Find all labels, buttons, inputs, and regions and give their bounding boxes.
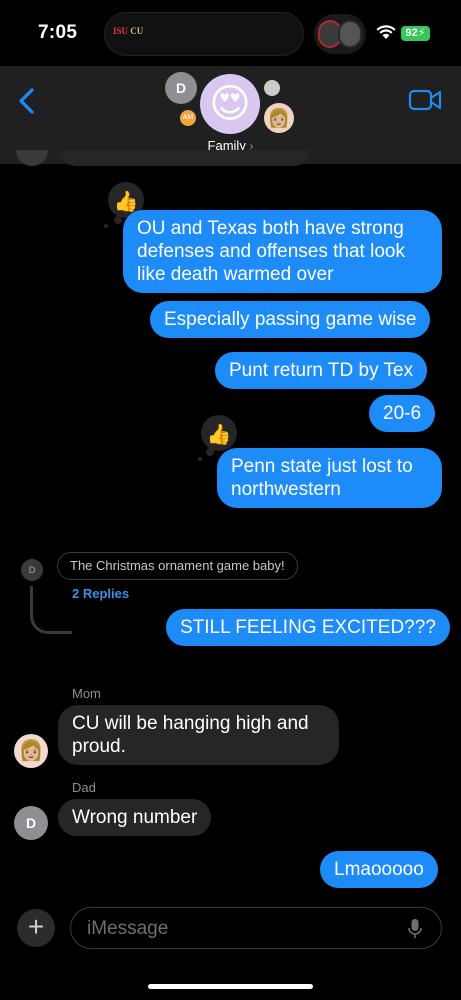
member-avatar-small[interactable] (264, 80, 280, 96)
dad-avatar[interactable]: D (14, 806, 48, 840)
tapback-tail (114, 216, 122, 224)
sent-message[interactable]: STILL FEELING EXCITED??? (166, 609, 450, 646)
sent-message[interactable]: Penn state just lost to northwestern (217, 448, 442, 508)
member-avatar-small[interactable]: AM (180, 110, 196, 126)
live-activity-icon[interactable] (314, 14, 366, 54)
received-message[interactable]: Wrong number (58, 799, 212, 836)
thread-quoted-message[interactable]: The Christmas ornament game baby! (57, 552, 298, 580)
battery-level: 92 (405, 27, 418, 39)
sent-message[interactable]: Lmaooooo (320, 851, 438, 888)
thread-connector (30, 586, 72, 634)
home-indicator[interactable] (148, 984, 313, 989)
member-avatar[interactable]: D (165, 72, 197, 104)
message-input[interactable]: iMessage (70, 907, 442, 949)
team-logo-icon (338, 20, 362, 48)
microphone-icon[interactable] (408, 918, 422, 940)
tapback-tail (206, 448, 214, 456)
thread-avatar: D (21, 559, 43, 581)
status-bar: 7:05 ISU CU 92⚡ (0, 0, 461, 66)
video-call-icon[interactable] (408, 88, 442, 112)
live-game-logos: ISU CU (113, 26, 144, 36)
sent-message[interactable]: Especially passing game wise (150, 301, 431, 338)
replies-link[interactable]: 2 Replies (72, 586, 129, 601)
message-bubble-partial[interactable] (60, 150, 310, 166)
mom-avatar[interactable]: 👩🏼 (14, 734, 48, 768)
add-attachment-button[interactable]: + (17, 909, 55, 947)
clock: 7:05 (38, 22, 78, 43)
tapback-tail (198, 457, 202, 461)
message-input-placeholder: iMessage (87, 918, 169, 939)
sent-message[interactable]: 20-6 (369, 395, 436, 432)
tapback-tail (104, 224, 108, 228)
back-chevron-icon[interactable] (14, 86, 40, 116)
sent-message[interactable]: OU and Texas both have strong defenses a… (123, 210, 442, 293)
sender-name: Mom (72, 686, 101, 701)
sender-name: Dad (72, 780, 96, 795)
thumbs-up-tapback-icon[interactable]: 👍 (199, 413, 239, 453)
sent-message[interactable]: Punt return TD by Tex (215, 352, 428, 389)
member-avatar-memoji[interactable]: 👩🏼 (264, 103, 294, 133)
received-message[interactable]: CU will be hanging high and proud. (58, 705, 339, 765)
dynamic-island[interactable]: ISU CU (104, 12, 304, 56)
wifi-icon (376, 25, 396, 39)
battery-icon: 92⚡ (401, 26, 430, 41)
group-avatar[interactable]: 😍 (200, 74, 260, 134)
